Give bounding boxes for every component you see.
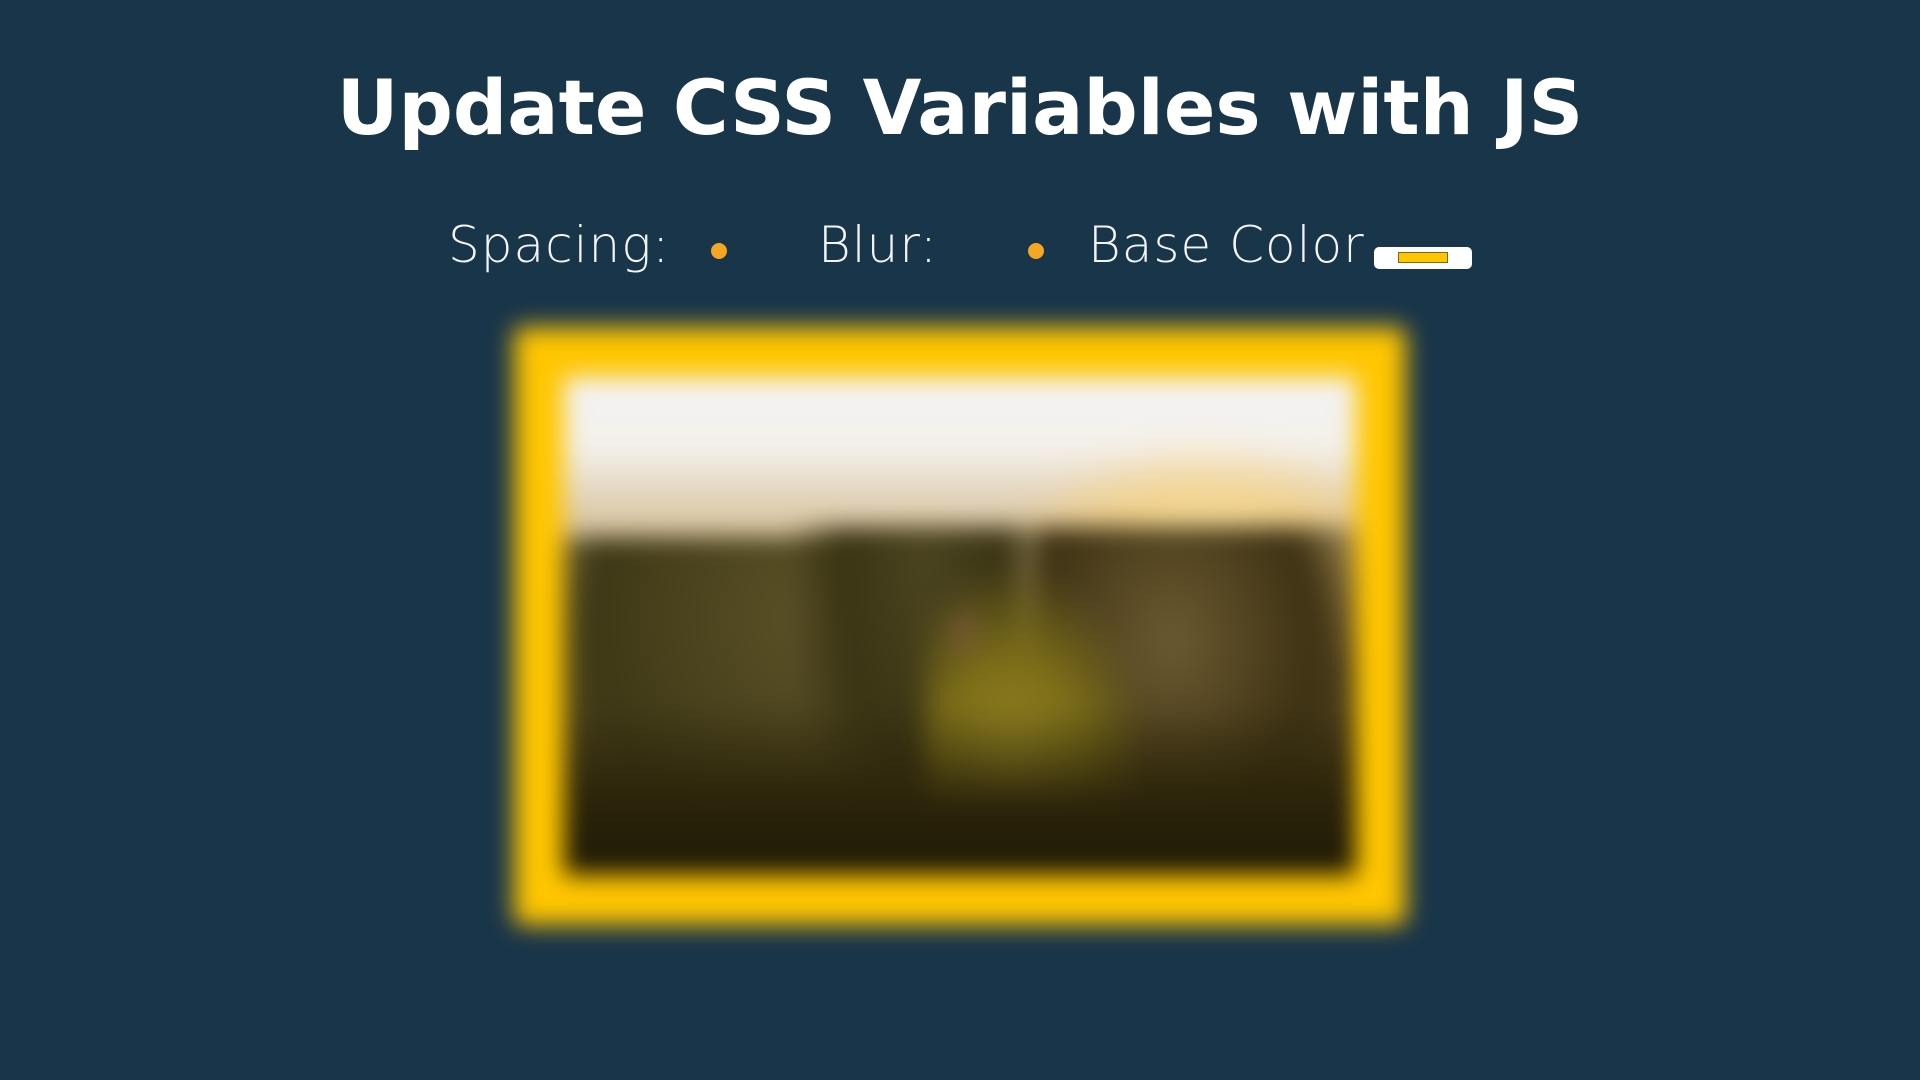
page: Update CSS Variables with JS Spacing: Bl… — [0, 0, 1920, 1080]
blur-slider-thumb[interactable] — [1028, 243, 1044, 259]
base-color-label: Base Color — [1088, 216, 1365, 274]
landscape-image — [564, 377, 1356, 875]
base-color-picker[interactable] — [1374, 247, 1472, 269]
page-title: Update CSS Variables with JS — [336, 63, 1584, 152]
spacing-label: Spacing: — [448, 216, 671, 274]
controls-bar: Spacing: Blur: Base Color — [0, 210, 1920, 280]
blur-label: Blur: — [818, 216, 938, 274]
blur-slider[interactable] — [996, 210, 1076, 280]
spacing-slider-thumb[interactable] — [711, 243, 727, 259]
spacing-slider[interactable] — [679, 210, 759, 280]
base-color-swatch[interactable] — [1398, 252, 1448, 263]
image-frame — [514, 327, 1406, 925]
